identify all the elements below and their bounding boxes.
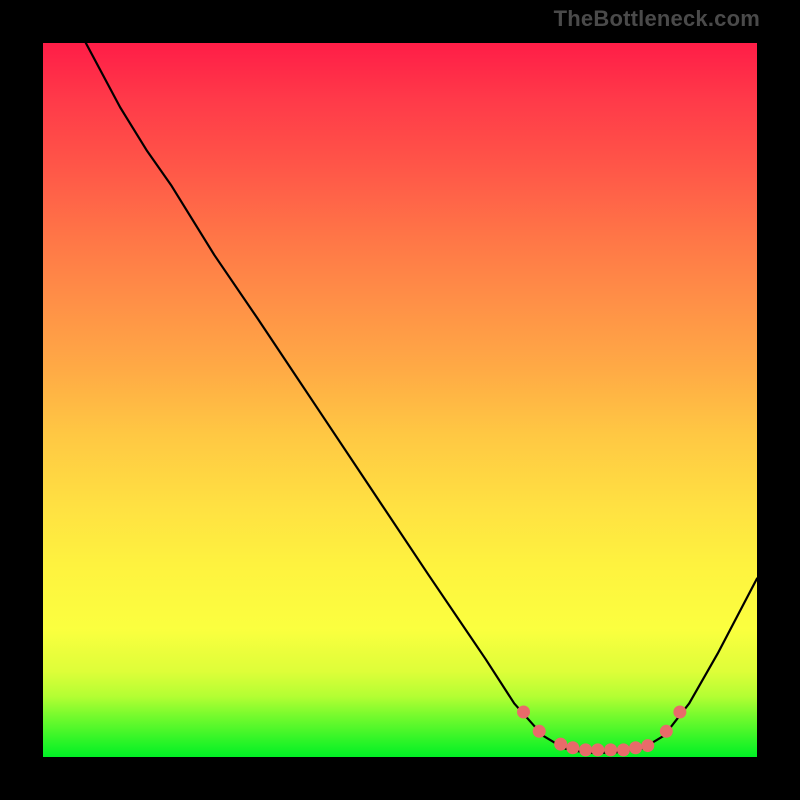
watermark-text: TheBottleneck.com xyxy=(554,6,760,32)
plot-area xyxy=(43,43,757,757)
background-gradient xyxy=(43,43,757,757)
chart-frame: TheBottleneck.com xyxy=(0,0,800,800)
